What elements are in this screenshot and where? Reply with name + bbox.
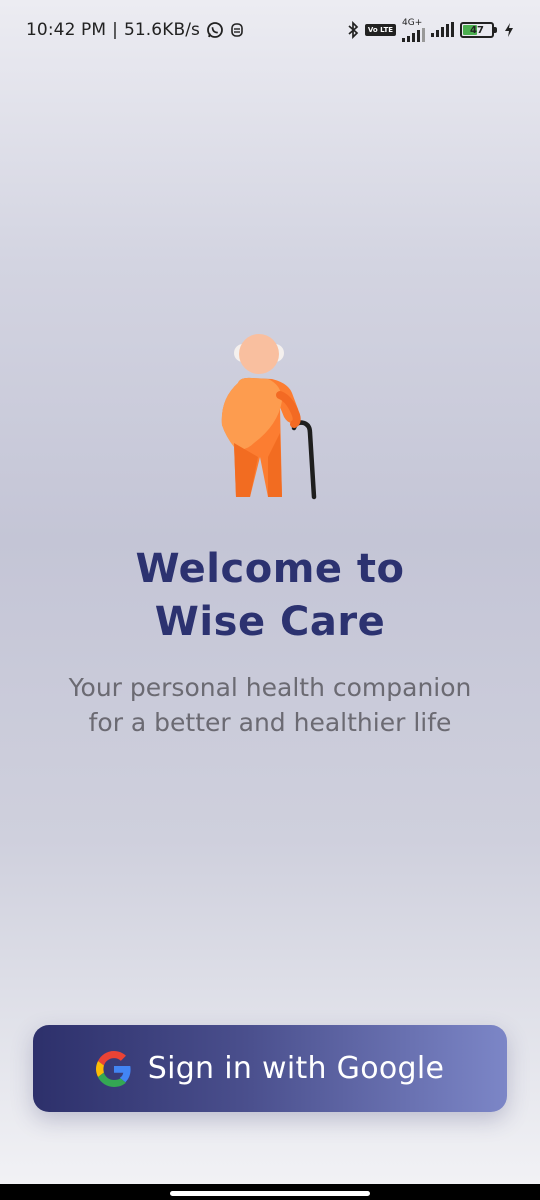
status-right: Vo LTE 4G+ 47 [347,17,514,42]
status-bar: 10:42 PM | 51.6KB/s Vo LTE 4G+ 47 [0,0,540,60]
welcome-subtitle: Your personal health companion for a bet… [0,670,540,740]
sign-in-with-google-button[interactable]: Sign in with Google [33,1025,507,1112]
google-icon [95,1050,132,1087]
navigation-bar [0,1184,540,1200]
whatsapp-icon [206,21,224,39]
welcome-title-line2: Wise Care [154,599,386,645]
battery-level: 47 [470,24,484,36]
network-indicator: 4G+ [402,17,425,42]
battery-icon: 47 [460,22,497,38]
status-left: 10:42 PM | 51.6KB/s [26,20,244,40]
sign-in-label: Sign in with Google [147,1051,445,1086]
signal-icon [431,22,454,37]
status-time: 10:42 PM [26,20,107,40]
signal-icon [402,27,425,42]
welcome-title: Welcome to Wise Care [0,543,540,649]
status-speed: 51.6KB/s [123,20,200,40]
elderly-person-icon [210,325,330,505]
status-separator: | [112,20,118,40]
welcome-title-line1: Welcome to [135,546,405,592]
volte-icon: Vo LTE [364,24,396,36]
network-type: 4G+ [402,17,423,28]
charging-icon [504,22,514,38]
welcome-subtitle-line1: Your personal health companion [68,673,472,702]
notification-icon [230,22,244,38]
bluetooth-icon [347,21,359,39]
home-indicator[interactable] [170,1191,370,1196]
welcome-subtitle-line2: for a better and healthier life [88,708,452,737]
